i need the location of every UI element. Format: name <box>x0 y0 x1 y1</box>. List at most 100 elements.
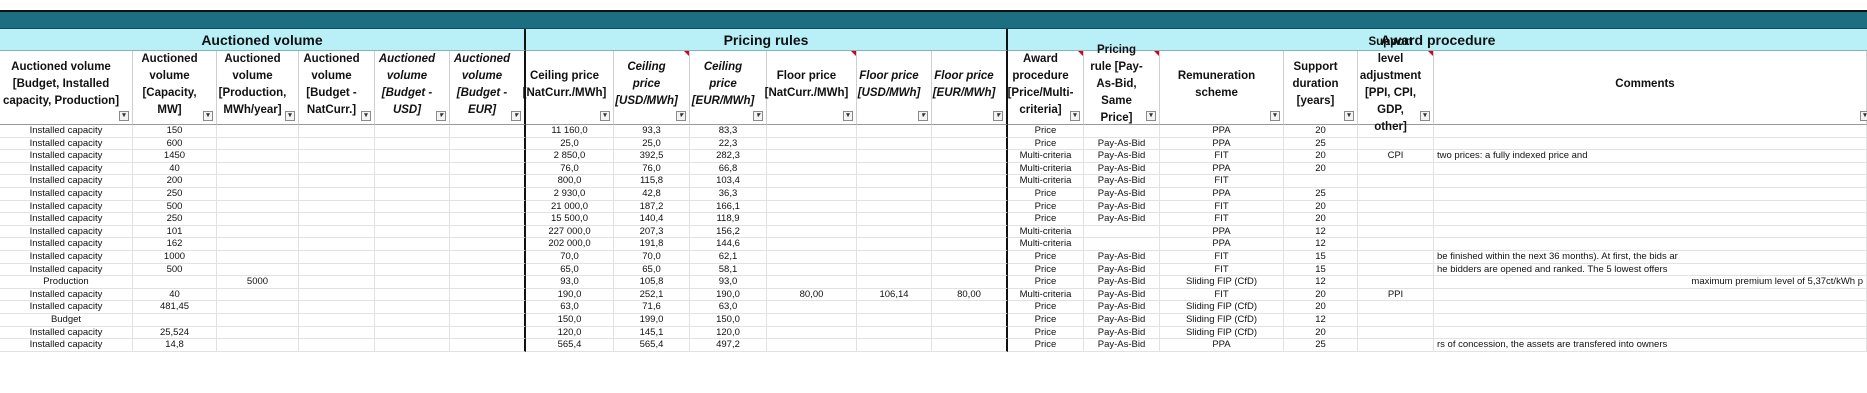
cell-budget-natcurr[interactable] <box>299 339 375 352</box>
cell-floor-usd[interactable] <box>857 251 932 264</box>
cell-award-procedure[interactable]: Multi-criteria <box>1008 175 1084 188</box>
cell-comments[interactable] <box>1434 225 1867 239</box>
cell-floor-usd[interactable] <box>857 225 932 239</box>
cell-budget-natcurr[interactable] <box>299 162 375 176</box>
cell-support-level-adjustment[interactable]: PPI <box>1358 288 1434 302</box>
cell-ceiling-natcurr[interactable]: 65,0 <box>526 263 614 277</box>
cell-capacity-mw[interactable]: 200 <box>133 175 217 188</box>
cell-support-duration[interactable]: 12 <box>1284 314 1358 327</box>
cell-ceiling-eur[interactable]: 22,3 <box>690 137 767 151</box>
cell-remuneration-scheme[interactable]: PPA <box>1160 188 1284 201</box>
cell-support-level-adjustment[interactable] <box>1358 301 1434 314</box>
filter-dropdown-icon[interactable]: ▾ <box>1860 111 1867 121</box>
cell-ceiling-eur[interactable]: 36,3 <box>690 188 767 201</box>
cell-production-mwh[interactable] <box>217 150 299 163</box>
cell-budget-eur[interactable] <box>450 339 526 352</box>
cell-ceiling-eur[interactable]: 497,2 <box>690 339 767 352</box>
cell-comments[interactable] <box>1434 200 1867 214</box>
cell-capacity-mw[interactable]: 40 <box>133 162 217 176</box>
cell-remuneration-scheme[interactable]: FIT <box>1160 288 1284 302</box>
cell-capacity-mw[interactable]: 40 <box>133 288 217 302</box>
cell-floor-usd[interactable] <box>857 188 932 201</box>
cell-production-mwh[interactable] <box>217 238 299 251</box>
cell-capacity-mw[interactable]: 500 <box>133 263 217 277</box>
cell-budget-eur[interactable] <box>450 251 526 264</box>
cell-budget-usd[interactable] <box>375 200 450 214</box>
cell-floor-natcurr[interactable] <box>767 301 857 314</box>
cell-floor-eur[interactable] <box>932 326 1008 340</box>
cell-auctioned-volume-type[interactable]: Installed capacity <box>0 225 133 239</box>
cell-comments[interactable] <box>1434 162 1867 176</box>
cell-budget-natcurr[interactable] <box>299 326 375 340</box>
cell-pricing-rule[interactable] <box>1084 125 1160 138</box>
cell-ceiling-natcurr[interactable]: 76,0 <box>526 162 614 176</box>
cell-comments[interactable]: be finished within the next 36 months). … <box>1434 251 1867 264</box>
cell-budget-natcurr[interactable] <box>299 200 375 214</box>
cell-award-procedure[interactable]: Price <box>1008 125 1084 138</box>
cell-support-duration[interactable]: 12 <box>1284 238 1358 251</box>
cell-ceiling-usd[interactable]: 252,1 <box>614 288 690 302</box>
cell-support-duration[interactable]: 12 <box>1284 276 1358 289</box>
cell-pricing-rule[interactable]: Pay-As-Bid <box>1084 326 1160 340</box>
cell-award-procedure[interactable]: Price <box>1008 314 1084 327</box>
cell-pricing-rule[interactable]: Pay-As-Bid <box>1084 314 1160 327</box>
cell-capacity-mw[interactable]: 600 <box>133 137 217 151</box>
cell-floor-usd[interactable] <box>857 125 932 138</box>
cell-floor-eur[interactable] <box>932 314 1008 327</box>
cell-ceiling-usd[interactable]: 25,0 <box>614 137 690 151</box>
cell-ceiling-natcurr[interactable]: 11 160,0 <box>526 125 614 138</box>
cell-capacity-mw[interactable] <box>133 314 217 327</box>
cell-ceiling-natcurr[interactable]: 800,0 <box>526 175 614 188</box>
cell-ceiling-usd[interactable]: 65,0 <box>614 263 690 277</box>
cell-remuneration-scheme[interactable]: Sliding FIP (CfD) <box>1160 314 1284 327</box>
cell-budget-usd[interactable] <box>375 162 450 176</box>
cell-budget-eur[interactable] <box>450 301 526 314</box>
cell-budget-eur[interactable] <box>450 137 526 151</box>
cell-floor-eur[interactable] <box>932 125 1008 138</box>
cell-support-duration[interactable]: 25 <box>1284 188 1358 201</box>
cell-ceiling-usd[interactable]: 565,4 <box>614 339 690 352</box>
cell-ceiling-natcurr[interactable]: 120,0 <box>526 326 614 340</box>
cell-ceiling-eur[interactable]: 63,0 <box>690 301 767 314</box>
cell-production-mwh[interactable] <box>217 125 299 138</box>
cell-budget-eur[interactable] <box>450 314 526 327</box>
cell-award-procedure[interactable]: Price <box>1008 339 1084 352</box>
cell-pricing-rule[interactable]: Pay-As-Bid <box>1084 263 1160 277</box>
cell-auctioned-volume-type[interactable]: Installed capacity <box>0 251 133 264</box>
cell-remuneration-scheme[interactable]: FIT <box>1160 175 1284 188</box>
filter-dropdown-icon[interactable]: ▾ <box>918 111 928 121</box>
cell-budget-usd[interactable] <box>375 137 450 151</box>
cell-floor-eur[interactable] <box>932 175 1008 188</box>
cell-pricing-rule[interactable]: Pay-As-Bid <box>1084 276 1160 289</box>
cell-support-duration[interactable]: 20 <box>1284 200 1358 214</box>
comment-indicator-icon[interactable] <box>1154 51 1159 56</box>
cell-support-duration[interactable]: 15 <box>1284 251 1358 264</box>
cell-budget-usd[interactable] <box>375 150 450 163</box>
cell-floor-natcurr[interactable] <box>767 238 857 251</box>
cell-ceiling-eur[interactable]: 93,0 <box>690 276 767 289</box>
cell-ceiling-usd[interactable]: 42,8 <box>614 188 690 201</box>
cell-award-procedure[interactable]: Multi-criteria <box>1008 288 1084 302</box>
cell-support-level-adjustment[interactable] <box>1358 339 1434 352</box>
cell-production-mwh[interactable] <box>217 251 299 264</box>
cell-comments[interactable] <box>1434 288 1867 302</box>
cell-support-duration[interactable]: 20 <box>1284 288 1358 302</box>
cell-ceiling-natcurr[interactable]: 70,0 <box>526 251 614 264</box>
comment-indicator-icon[interactable] <box>1078 51 1083 56</box>
cell-auctioned-volume-type[interactable]: Budget <box>0 314 133 327</box>
cell-budget-natcurr[interactable] <box>299 225 375 239</box>
cell-auctioned-volume-type[interactable]: Installed capacity <box>0 175 133 188</box>
filter-dropdown-icon[interactable]: ▾ <box>600 111 610 121</box>
cell-budget-usd[interactable] <box>375 251 450 264</box>
cell-support-level-adjustment[interactable] <box>1358 225 1434 239</box>
cell-ceiling-usd[interactable]: 71,6 <box>614 301 690 314</box>
cell-production-mwh[interactable] <box>217 200 299 214</box>
filter-dropdown-icon[interactable]: ▾ <box>676 111 686 121</box>
cell-comments[interactable] <box>1434 326 1867 340</box>
cell-budget-eur[interactable] <box>450 263 526 277</box>
cell-ceiling-usd[interactable]: 140,4 <box>614 213 690 226</box>
cell-floor-natcurr[interactable] <box>767 251 857 264</box>
cell-award-procedure[interactable]: Multi-criteria <box>1008 162 1084 176</box>
cell-pricing-rule[interactable]: Pay-As-Bid <box>1084 213 1160 226</box>
cell-budget-eur[interactable] <box>450 125 526 138</box>
